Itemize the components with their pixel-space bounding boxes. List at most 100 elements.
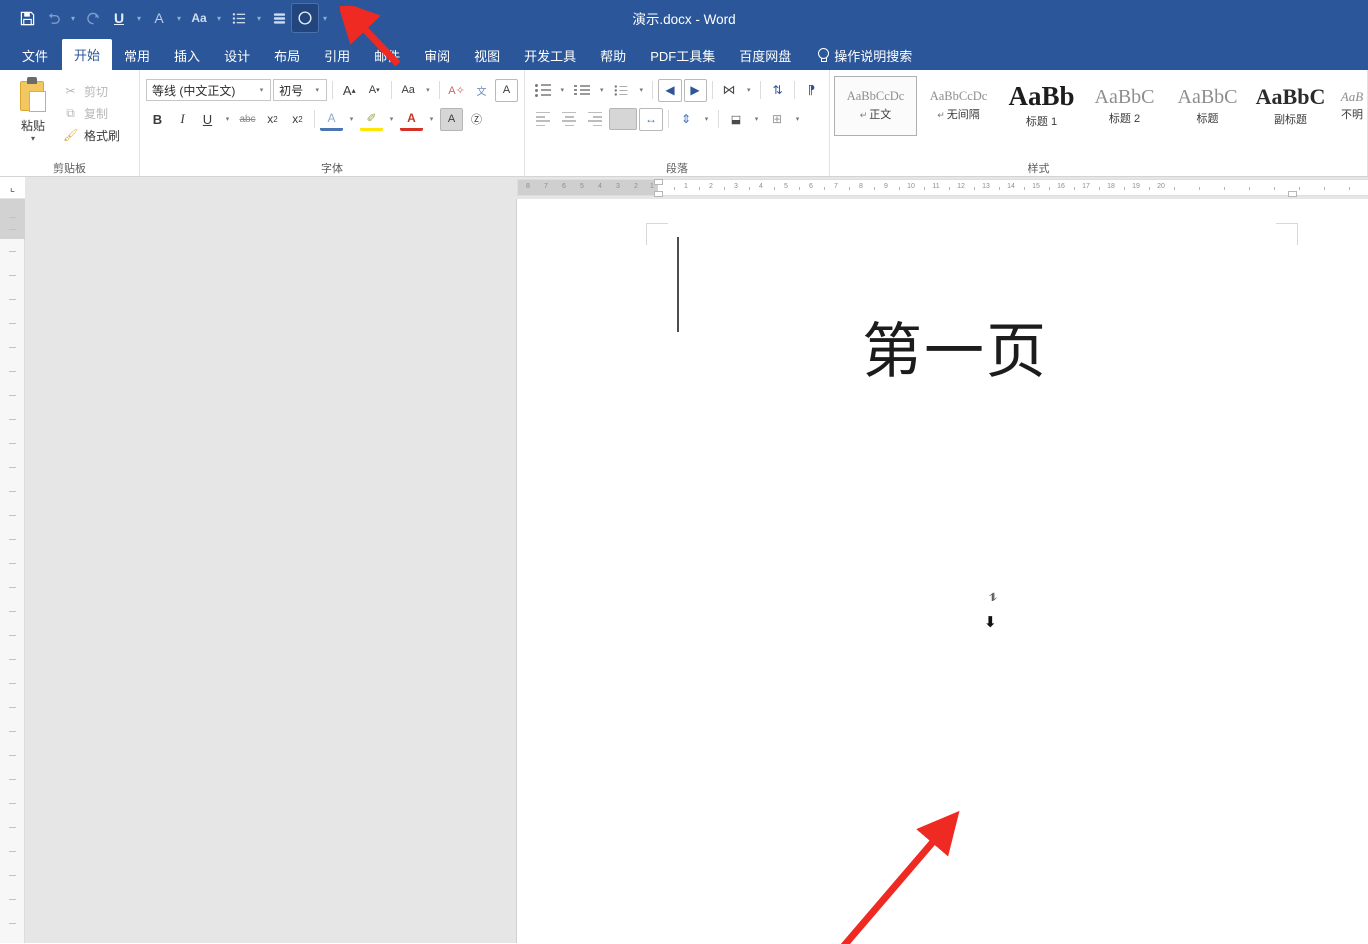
paste-button[interactable]: 粘贴 ▾ (6, 74, 60, 158)
justify-icon[interactable] (609, 108, 637, 130)
style-card-heading-2[interactable]: AaBbC 标题 2 (1083, 76, 1166, 136)
horizontal-ruler[interactable]: 8 7 6 5 4 3 2 1 1 2 3 4 5 6 7 8 9 10 11 … (517, 179, 1368, 197)
sort-icon[interactable]: ⇅ (766, 79, 789, 102)
document-heading-text[interactable]: 第一页 (517, 319, 1368, 385)
circle-shape-icon[interactable] (291, 3, 319, 33)
shading-caret[interactable]: ▾ (750, 108, 763, 131)
first-line-indent-marker[interactable] (654, 179, 663, 185)
tab-design[interactable]: 设计 (212, 40, 262, 70)
bullets-icon[interactable] (226, 4, 252, 32)
tab-baidu-netdisk[interactable]: 百度网盘 (727, 40, 803, 70)
tab-pdf-tools[interactable]: PDF工具集 (638, 40, 727, 70)
line-spacing-icon[interactable]: ⇕ (674, 108, 698, 131)
change-case-dropdown-caret[interactable]: ▾ (212, 4, 226, 32)
tab-review[interactable]: 审阅 (412, 40, 462, 70)
tab-view[interactable]: 视图 (462, 40, 512, 70)
styles-gallery[interactable]: AaBbCcDc ↵ 正文 AaBbCcDc ↵ 无间隔 AaBb 标题 1 A… (830, 70, 1367, 158)
align-center-icon[interactable] (557, 108, 581, 131)
font-size-caret[interactable]: ▾ (311, 86, 324, 94)
tab-insert[interactable]: 插入 (162, 40, 212, 70)
tab-stop-left-icon[interactable]: ⌞ (0, 177, 25, 199)
line-spacing-icon[interactable] (266, 4, 292, 32)
right-indent-marker[interactable] (1288, 191, 1297, 197)
customize-qat-caret[interactable]: ▾ (318, 4, 332, 32)
style-card-normal[interactable]: AaBbCcDc ↵ 正文 (834, 76, 917, 136)
font-size-combo[interactable]: 初号 ▾ (273, 79, 327, 101)
shrink-font-icon[interactable]: A ▾ (363, 79, 386, 102)
change-case-caret[interactable]: ▾ (422, 79, 434, 102)
show-formatting-marks-icon[interactable]: ⁋ (800, 79, 823, 102)
font-color-dropdown-caret[interactable]: ▾ (172, 4, 186, 32)
underline-dropdown-caret[interactable]: ▾ (132, 4, 146, 32)
save-icon[interactable] (14, 4, 40, 32)
style-card-heading-1[interactable]: AaBb 标题 1 (1000, 76, 1083, 136)
numbered-list-icon[interactable] (570, 79, 593, 102)
style-card-no-spacing[interactable]: AaBbCcDc ↵ 无间隔 (917, 76, 1000, 136)
undo-dropdown-caret[interactable]: ▾ (66, 4, 80, 32)
ribbon-tab-bar[interactable]: 文件 开始 常用 插入 设计 布局 引用 邮件 审阅 视图 开发工具 帮助 PD… (0, 36, 1368, 70)
tab-file[interactable]: 文件 (8, 40, 62, 70)
distribute-icon[interactable]: ↔ (639, 107, 663, 131)
underline-button[interactable]: U (196, 108, 219, 131)
shading-icon[interactable]: ⬓ (724, 108, 748, 131)
bullets-dropdown-caret[interactable]: ▾ (252, 4, 266, 32)
tab-common[interactable]: 常用 (112, 40, 162, 70)
change-case-icon[interactable]: Aa (186, 4, 212, 32)
tab-help[interactable]: 帮助 (588, 40, 638, 70)
tab-references[interactable]: 引用 (312, 40, 362, 70)
decrease-indent-icon[interactable]: ◀ (658, 78, 682, 102)
paste-dropdown-caret[interactable]: ▾ (31, 135, 35, 143)
borders-icon[interactable]: ⊞ (765, 108, 789, 131)
bullet-list-icon[interactable] (531, 79, 554, 102)
underline-icon[interactable]: U (106, 4, 132, 32)
tab-layout[interactable]: 布局 (262, 40, 312, 70)
font-color-icon[interactable]: A (400, 108, 423, 131)
character-border-icon[interactable]: A (495, 78, 519, 102)
line-spacing-caret[interactable]: ▾ (700, 108, 713, 131)
asian-layout-caret[interactable]: ▾ (743, 79, 755, 102)
quick-access-toolbar[interactable]: ▾ U ▾ A ▾ Aa ▾ ▾ ▾ (0, 0, 332, 36)
text-highlight-icon[interactable]: ✐ (360, 108, 383, 131)
text-highlight-caret[interactable]: ▾ (385, 108, 398, 131)
style-card-subtle-emphasis[interactable]: AaB 不明 (1332, 76, 1367, 136)
grow-font-icon[interactable]: A ▴ (338, 79, 361, 102)
text-effects-icon[interactable]: A (320, 108, 343, 131)
cut-button[interactable]: ✂ 剪切 (60, 80, 133, 102)
underline-caret[interactable]: ▾ (221, 108, 234, 131)
tell-me-search[interactable]: 操作说明搜索 (803, 40, 922, 70)
multilevel-list-caret[interactable]: ▾ (635, 79, 647, 102)
superscript-button[interactable]: x2 (286, 108, 309, 131)
hanging-indent-marker[interactable] (654, 191, 663, 197)
phonetic-guide-icon[interactable]: 文 (470, 79, 493, 102)
multilevel-list-icon[interactable] (610, 79, 633, 102)
align-right-icon[interactable] (583, 108, 607, 131)
font-name-combo[interactable]: 等线 (中文正文) ▾ (146, 79, 272, 101)
numbered-list-caret[interactable]: ▾ (596, 79, 608, 102)
tab-mailings[interactable]: 邮件 (362, 40, 412, 70)
font-color-caret[interactable]: ▾ (425, 108, 438, 131)
tab-developer[interactable]: 开发工具 (512, 40, 588, 70)
text-effects-caret[interactable]: ▾ (345, 108, 358, 131)
document-page[interactable]: 第一页 ⥮ ⬇ (517, 199, 1368, 943)
font-name-caret[interactable]: ▾ (255, 86, 268, 94)
undo-icon[interactable] (40, 4, 66, 32)
font-color-icon[interactable]: A (146, 4, 172, 32)
asian-layout-icon[interactable]: ⋈ (718, 79, 741, 102)
bullet-list-caret[interactable]: ▾ (556, 79, 568, 102)
change-case-icon[interactable]: Aa (397, 79, 420, 102)
style-card-subtitle[interactable]: AaBbC 副标题 (1249, 76, 1332, 136)
strikethrough-button[interactable]: abc (236, 108, 259, 131)
align-left-icon[interactable] (531, 108, 555, 131)
style-card-title[interactable]: AaBbC 标题 (1166, 76, 1249, 136)
tab-home[interactable]: 开始 (62, 39, 113, 70)
increase-indent-icon[interactable]: ▶ (683, 78, 707, 102)
borders-caret[interactable]: ▾ (791, 108, 804, 131)
subscript-button[interactable]: x2 (261, 108, 284, 131)
bold-button[interactable]: B (146, 108, 169, 131)
clear-formatting-icon[interactable]: A✧ (445, 79, 468, 102)
format-painter-button[interactable]: 🖌 格式刷 (60, 124, 133, 146)
vertical-ruler[interactable]: ⌞ (0, 177, 25, 943)
redo-icon[interactable] (80, 4, 106, 32)
italic-button[interactable]: I (171, 108, 194, 131)
enclose-characters-icon[interactable]: Ⓩ (465, 108, 488, 131)
